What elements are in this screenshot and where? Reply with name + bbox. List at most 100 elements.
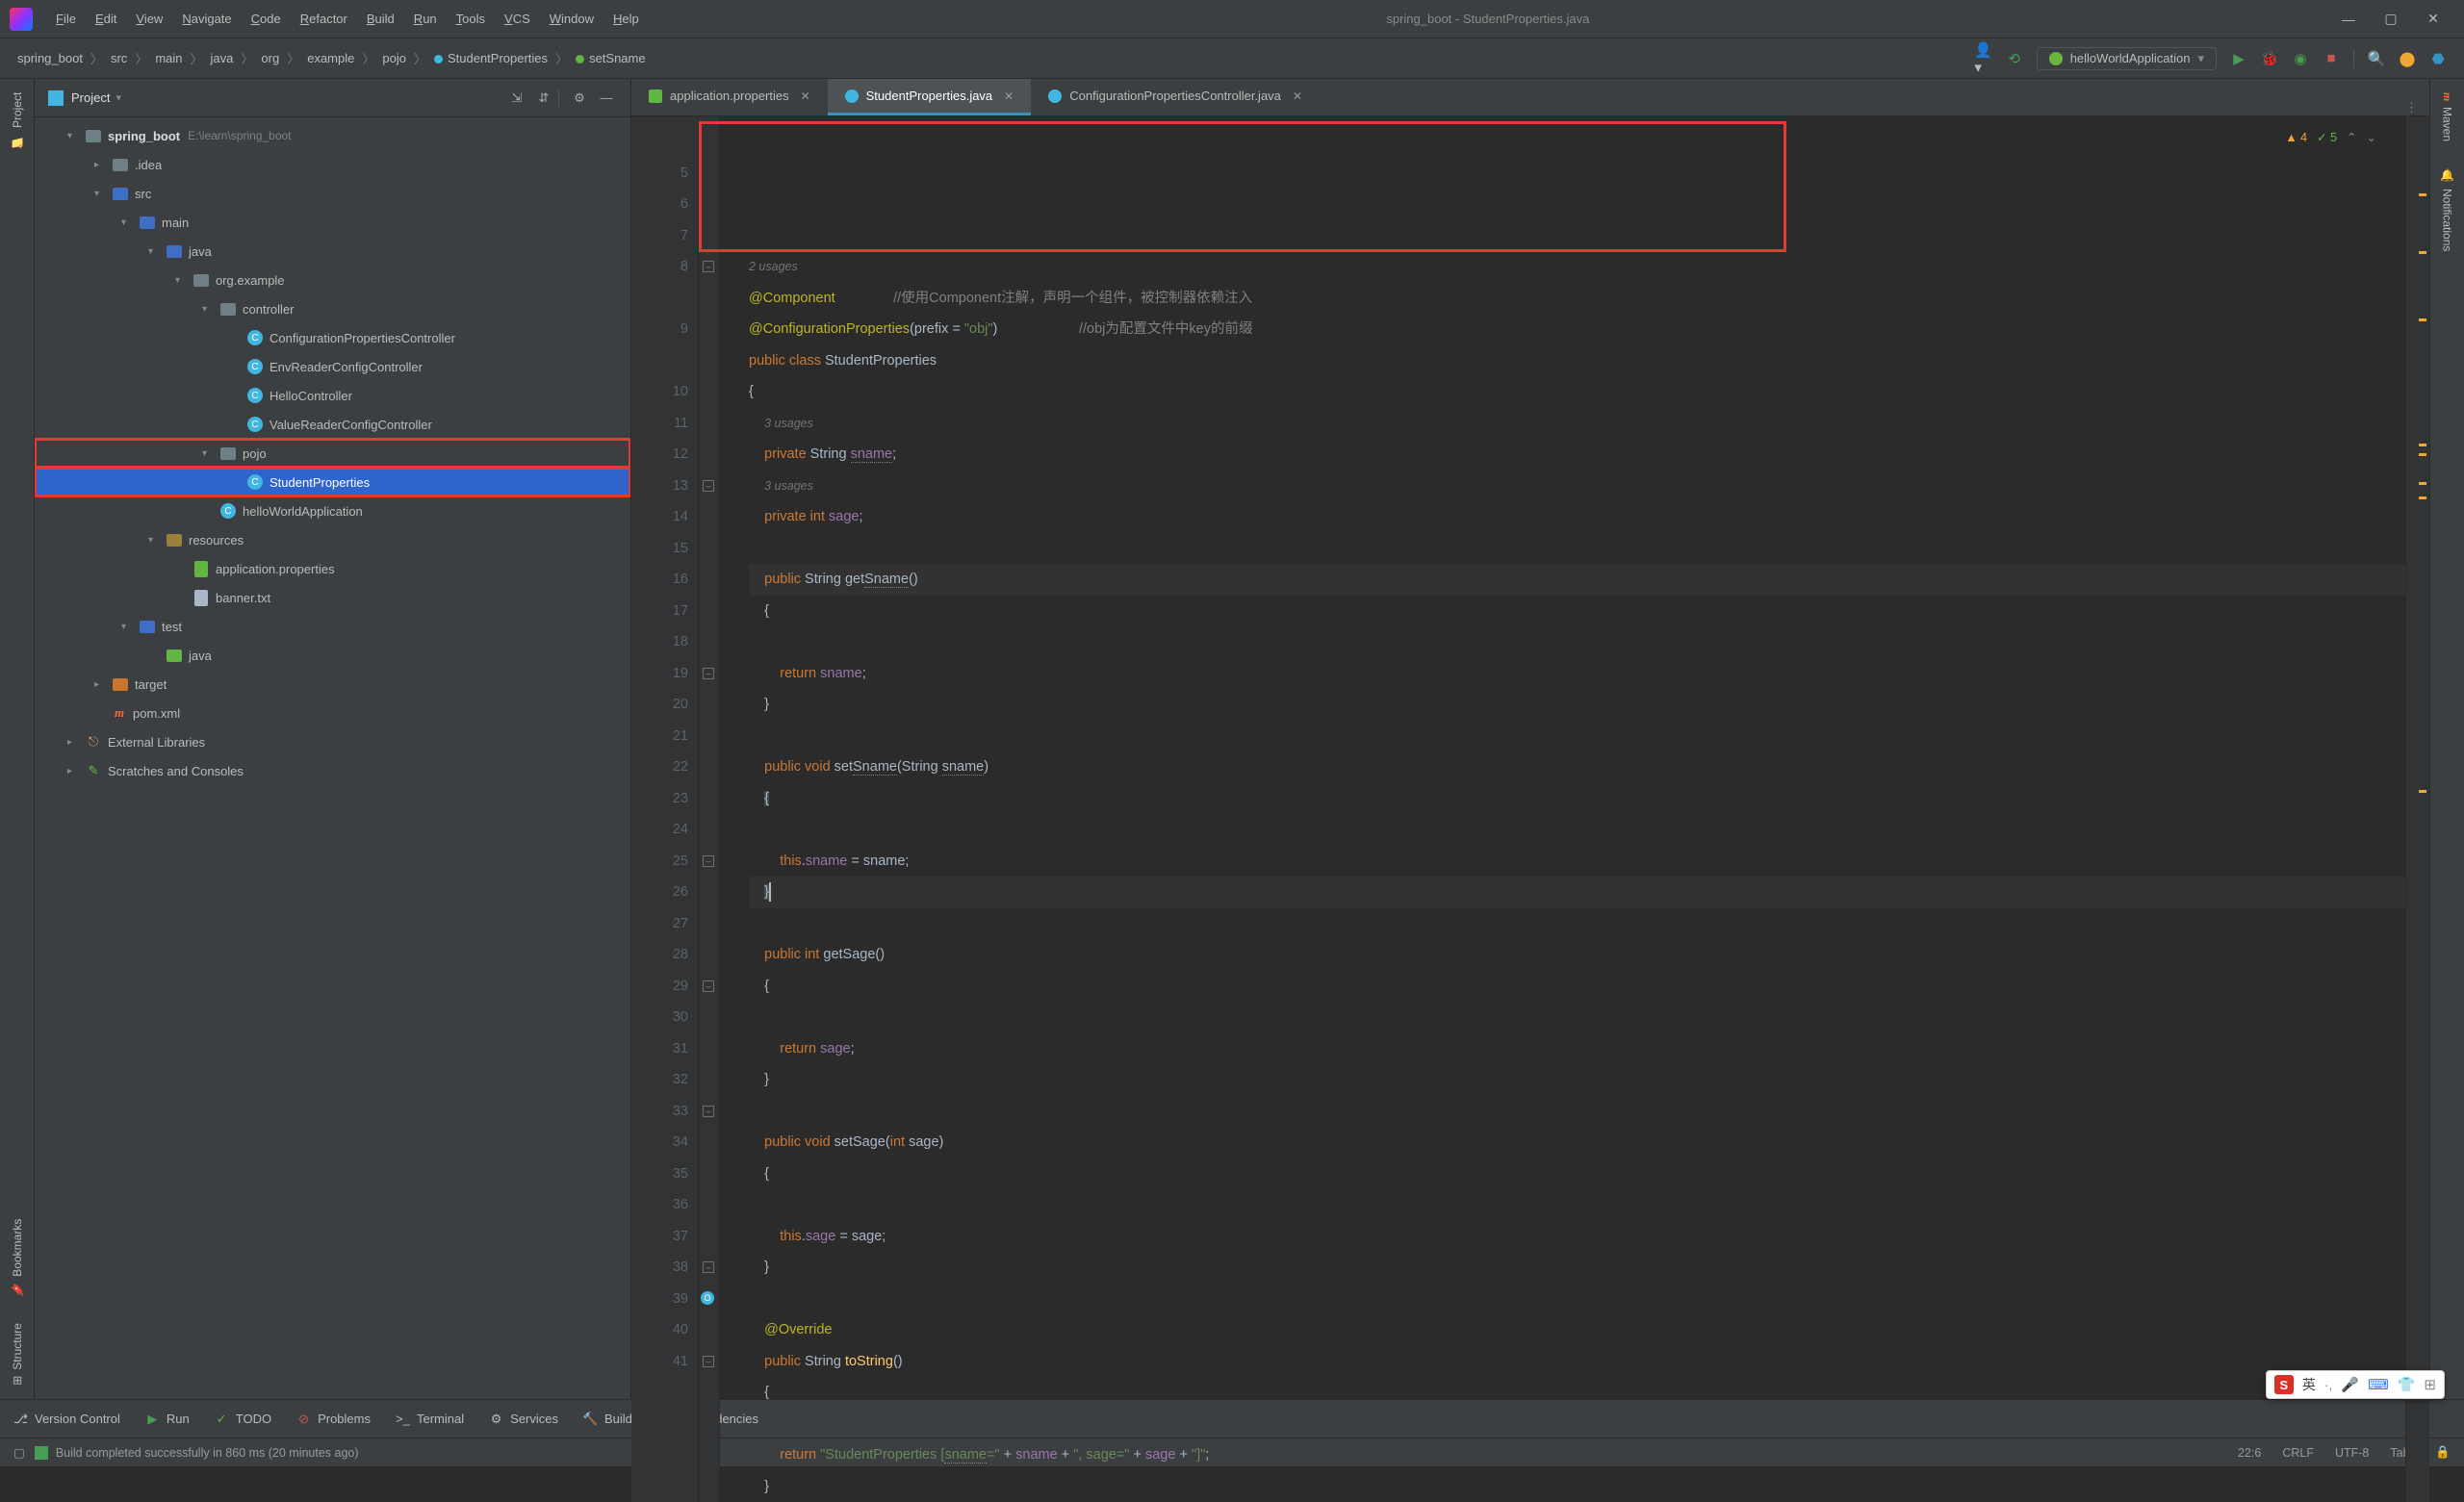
tree-node-java[interactable]: java	[35, 641, 630, 670]
debug-icon[interactable]: 🐞	[2261, 50, 2278, 67]
user-icon[interactable]: 👤▾	[1975, 50, 1992, 67]
toolbox-icon[interactable]: ⊞	[2424, 1376, 2436, 1393]
tabs-options-icon[interactable]: ⋮	[2394, 100, 2429, 115]
tool-todo[interactable]: ✓TODO	[215, 1412, 271, 1426]
navbar: spring_boot〉src〉main〉java〉org〉example〉po…	[0, 38, 2464, 79]
tree-node-src[interactable]: ▾src	[35, 179, 630, 208]
tree-node-scratches-and-consoles[interactable]: ▸✎Scratches and Consoles	[35, 756, 630, 785]
tool-notifications[interactable]: 🔔Notifications	[2441, 155, 2454, 265]
close-tab-icon[interactable]: ✕	[1293, 89, 1302, 103]
tool-maven[interactable]: mMaven	[2440, 79, 2454, 155]
close-tab-icon[interactable]: ✕	[1004, 89, 1014, 103]
search-icon[interactable]: 🔍	[2368, 50, 2385, 67]
tool-structure[interactable]: ⊞Structure	[11, 1310, 24, 1399]
tree-node-hellocontroller[interactable]: CHelloController	[35, 381, 630, 410]
breadcrumb-item[interactable]: example	[303, 51, 358, 65]
tree-node-controller[interactable]: ▾controller	[35, 294, 630, 323]
vc-icon: ⎇	[13, 1412, 28, 1426]
breadcrumb-item[interactable]: org	[257, 51, 283, 65]
tree-node--idea[interactable]: ▸.idea	[35, 150, 630, 179]
menu-help[interactable]: Help	[603, 12, 649, 26]
tree-node-java[interactable]: ▾java	[35, 237, 630, 266]
spring-icon	[2049, 52, 2063, 65]
tree-node-configurationpropertiescontroller[interactable]: CConfigurationPropertiesController	[35, 323, 630, 352]
menu-navigate[interactable]: Navigate	[172, 12, 241, 26]
editor-tab-configurationpropertiescontroller-java[interactable]: ConfigurationPropertiesController.java✕	[1031, 79, 1320, 115]
close-button[interactable]: ✕	[2412, 0, 2454, 38]
editor[interactable]: 5678 9 101112131415161718192021222324252…	[631, 116, 2429, 1502]
inspection-summary[interactable]: ▲ 4 ✓ 5 ⌃ ⌄	[2285, 122, 2376, 154]
run-config-select[interactable]: helloWorldApplication ▾	[2037, 47, 2217, 70]
editor-tab-application-properties[interactable]: application.properties✕	[631, 79, 828, 115]
select-opened-file-icon[interactable]: ⇲	[506, 88, 527, 109]
success-icon	[35, 1446, 48, 1460]
tree-node-application-properties[interactable]: application.properties	[35, 554, 630, 583]
menu-vcs[interactable]: VCS	[495, 12, 540, 26]
breadcrumb-item[interactable]: StudentProperties	[430, 51, 552, 65]
editor-tab-studentproperties-java[interactable]: StudentProperties.java✕	[828, 79, 1032, 115]
fold-column[interactable]: –––––––O–	[699, 116, 720, 1502]
ide-icon[interactable]: ⬣	[2429, 50, 2447, 67]
coverage-icon[interactable]: ◉	[2292, 50, 2309, 67]
tree-node-main[interactable]: ▾main	[35, 208, 630, 237]
tool-build[interactable]: 🔨Build	[583, 1412, 632, 1426]
tool-services[interactable]: ⚙Services	[489, 1412, 558, 1426]
minimize-button[interactable]: —	[2327, 0, 2370, 38]
breadcrumb-item[interactable]: spring_boot	[13, 51, 87, 65]
editor-tabs: application.properties✕StudentProperties…	[631, 79, 2429, 116]
breadcrumb-item[interactable]: java	[207, 51, 238, 65]
tool-bookmarks[interactable]: 🔖Bookmarks	[11, 1206, 24, 1311]
tree-node-pojo[interactable]: ▾pojo	[35, 439, 630, 468]
tree-node-valuereaderconfigcontroller[interactable]: CValueReaderConfigController	[35, 410, 630, 439]
weak-warning-icon: ✓ 5	[2317, 122, 2337, 154]
settings-icon[interactable]: ⚙	[569, 88, 590, 109]
tree-node-studentproperties[interactable]: CStudentProperties	[35, 468, 630, 496]
maximize-button[interactable]: ▢	[2370, 0, 2412, 38]
menu-window[interactable]: Window	[540, 12, 603, 26]
statusbar-menu-icon[interactable]: ▢	[13, 1445, 25, 1460]
menu-refactor[interactable]: Refactor	[291, 12, 357, 26]
tree-node-org-example[interactable]: ▾org.example	[35, 266, 630, 294]
readonly-lock-icon[interactable]: 🔒	[2435, 1445, 2451, 1460]
tool-project[interactable]: 📁Project	[11, 79, 24, 162]
tree-node-resources[interactable]: ▾resources	[35, 525, 630, 554]
hide-panel-icon[interactable]: —	[596, 88, 617, 109]
tool-problems[interactable]: ⊘Problems	[296, 1412, 371, 1426]
breadcrumb-item[interactable]: src	[107, 51, 131, 65]
update-icon[interactable]: ⬤	[2399, 50, 2416, 67]
expand-all-icon[interactable]: ⇵	[533, 88, 554, 109]
code-area[interactable]: ▲ 4 ✓ 5 ⌃ ⌄ 2 usages@Component //使用Compo…	[720, 116, 2405, 1502]
tree-node-test[interactable]: ▾test	[35, 612, 630, 641]
menu-tools[interactable]: Tools	[447, 12, 495, 26]
editor-area: application.properties✕StudentProperties…	[631, 79, 2429, 1399]
close-tab-icon[interactable]: ✕	[801, 89, 810, 103]
menu-file[interactable]: File	[46, 12, 86, 26]
tree-node-external-libraries[interactable]: ▸⎋External Libraries	[35, 727, 630, 756]
tree-node-banner-txt[interactable]: banner.txt	[35, 583, 630, 612]
menu-build[interactable]: Build	[357, 12, 404, 26]
tool-run[interactable]: ▶Run	[145, 1412, 190, 1426]
sync-icon[interactable]: ⟲	[2006, 50, 2023, 67]
project-tree[interactable]: ▾spring_bootE:\learn\spring_boot▸.idea▾s…	[35, 117, 630, 1399]
tree-node-spring_boot[interactable]: ▾spring_bootE:\learn\spring_boot	[35, 121, 630, 150]
line-gutter: 5678 9 101112131415161718192021222324252…	[631, 116, 699, 1502]
breadcrumb-item[interactable]: main	[151, 51, 186, 65]
stop-icon[interactable]: ■	[2323, 50, 2340, 67]
breadcrumb-item[interactable]: setSname	[572, 51, 650, 65]
run-icon[interactable]: ▶	[2230, 50, 2247, 67]
tool-version-control[interactable]: ⎇Version Control	[13, 1412, 120, 1426]
tree-node-target[interactable]: ▸target	[35, 670, 630, 699]
menu-edit[interactable]: Edit	[86, 12, 126, 26]
breadcrumb-item[interactable]: pojo	[378, 51, 410, 65]
tool-terminal[interactable]: >_Terminal	[396, 1412, 464, 1426]
project-scope-dropdown[interactable]: ▾	[116, 91, 121, 104]
error-stripe[interactable]	[2405, 116, 2429, 1502]
menu-run[interactable]: Run	[404, 12, 447, 26]
breadcrumb-separator-icon: 〉	[360, 49, 376, 67]
tree-node-envreaderconfigcontroller[interactable]: CEnvReaderConfigController	[35, 352, 630, 381]
menu-view[interactable]: View	[126, 12, 172, 26]
tree-node-helloworldapplication[interactable]: ChelloWorldApplication	[35, 496, 630, 525]
tree-node-pom-xml[interactable]: mpom.xml	[35, 699, 630, 727]
breadcrumb-separator-icon: 〉	[412, 49, 428, 67]
menu-code[interactable]: Code	[242, 12, 291, 26]
